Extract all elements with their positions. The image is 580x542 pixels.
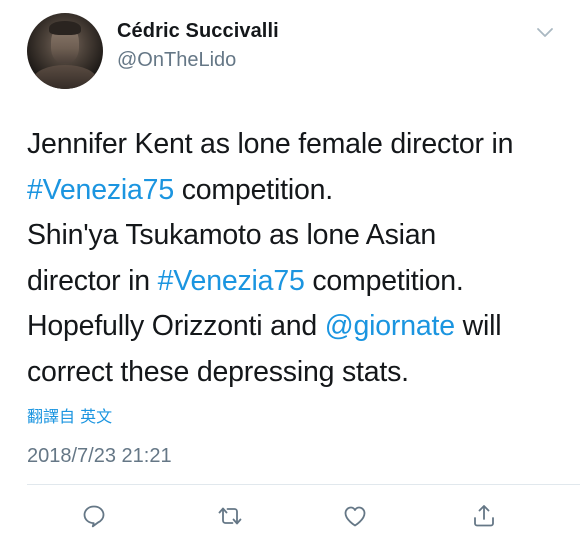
- tweet-text-segment: competition.: [304, 264, 464, 297]
- tweet-text-segment: Shin'ya Tsukamoto as lone Asian: [27, 219, 437, 251]
- tweet-text-segment: Hopefully Orizzonti and: [27, 310, 325, 342]
- author-display-name[interactable]: Cédric Succivalli: [117, 20, 279, 43]
- tweet-text-line: Jennifer Kent as lone female director in: [27, 122, 557, 168]
- tweet-text: Jennifer Kent as lone female director in…: [27, 122, 557, 395]
- tweet-text-segment: director in: [27, 264, 158, 297]
- tweet-text-segment: competition.: [173, 173, 333, 206]
- mention-link[interactable]: @giornate: [325, 310, 455, 342]
- chevron-down-icon-svg: [537, 28, 553, 37]
- retweet-button[interactable]: [216, 502, 244, 530]
- reply-icon: [83, 505, 105, 528]
- tweet-text-line: Shin'ya Tsukamoto as lone Asian: [27, 213, 557, 259]
- like-button[interactable]: [341, 502, 369, 530]
- hashtag-link[interactable]: #Venezia75: [158, 265, 305, 297]
- chevron-down-icon[interactable]: [535, 26, 555, 40]
- tweet-text-line: Hopefully Orizzonti and @giornate will: [27, 304, 557, 350]
- reply-button[interactable]: [80, 502, 108, 530]
- tweet-text-line: director in #Venezia75 competition.: [27, 259, 557, 305]
- retweet-icon: [218, 507, 242, 525]
- avatar-shoulders: [33, 65, 97, 89]
- translate-link[interactable]: 翻譯自 英文: [27, 403, 112, 427]
- share-icon: [474, 505, 494, 527]
- hashtag-link[interactable]: #Venezia75: [27, 174, 174, 206]
- tweet-text-line: correct these depressing stats.: [27, 350, 557, 396]
- tweet-timestamp[interactable]: 2018/7/23 21:21: [27, 445, 172, 468]
- tweet-text-segment: Jennifer Kent as lone female director in: [27, 128, 514, 160]
- tweet-text-segment: will: [454, 310, 502, 342]
- tweet-text-line: #Venezia75 competition.: [27, 168, 557, 214]
- tweet-text-segment: correct these depressing stats.: [27, 355, 409, 388]
- like-icon: [344, 506, 366, 527]
- author-handle[interactable]: @OnTheLido: [117, 49, 236, 72]
- avatar[interactable]: [27, 13, 103, 89]
- share-button[interactable]: [470, 502, 498, 530]
- divider: [27, 484, 580, 485]
- tweet-card: Cédric Succivalli @OnTheLido Jennifer Ke…: [0, 0, 580, 542]
- avatar-hair: [49, 21, 81, 35]
